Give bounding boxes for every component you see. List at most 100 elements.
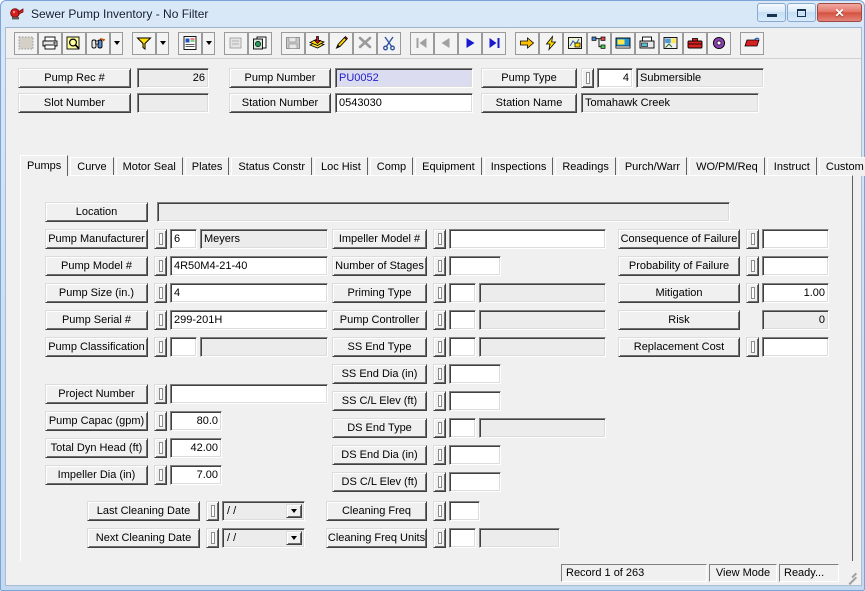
pump-model-field[interactable]: 4R50M4-21-40 [170, 256, 328, 276]
report-dropdown-button[interactable] [202, 31, 215, 55]
cleaning-freq-units-label[interactable]: Cleaning Freq Units [326, 528, 427, 548]
pump-type-lookup-button[interactable] [581, 68, 594, 88]
pump-classification-lookup-button[interactable] [154, 337, 167, 357]
ss-cl-elev-lookup-button[interactable] [433, 391, 446, 411]
ds-end-dia-field[interactable] [449, 445, 501, 465]
filter-dropdown-button[interactable] [156, 31, 169, 55]
pump-number-label[interactable]: Pump Number [229, 68, 331, 88]
pump-capacity-lookup-button[interactable] [154, 411, 167, 431]
filter-funnel-icon[interactable] [132, 31, 156, 55]
tab-wo-pm-req[interactable]: WO/PM/Req [689, 157, 765, 176]
impeller-dia-lookup-button[interactable] [154, 465, 167, 485]
ss-end-dia-label[interactable]: SS End Dia (in) [332, 364, 427, 384]
tab-comp[interactable]: Comp [369, 157, 414, 176]
attachment-image-icon[interactable] [659, 31, 683, 55]
ss-end-type-label[interactable]: SS End Type [332, 337, 427, 357]
number-of-stages-lookup-button[interactable] [433, 256, 446, 276]
mitigation-label[interactable]: Mitigation [618, 283, 740, 303]
maximize-button[interactable] [787, 3, 816, 22]
pump-model-lookup-button[interactable] [154, 256, 167, 276]
ss-end-dia-lookup-button[interactable] [433, 364, 446, 384]
impeller-model-label[interactable]: Impeller Model # [332, 229, 427, 249]
station-number-label[interactable]: Station Number [229, 93, 331, 113]
last-record-icon[interactable] [482, 31, 506, 55]
pump-rec-label[interactable]: Pump Rec # [18, 68, 131, 88]
last-cleaning-date-label[interactable]: Last Cleaning Date [87, 501, 200, 521]
tab-status-constr[interactable]: Status Constr [231, 157, 313, 176]
ds-end-type-label[interactable]: DS End Type [332, 418, 427, 438]
slot-number-field[interactable] [137, 93, 209, 113]
replacement-cost-field[interactable] [762, 337, 829, 357]
slot-number-label[interactable]: Slot Number [18, 93, 131, 113]
pump-manufacturer-lookup-button[interactable] [154, 229, 167, 249]
delete-record-icon[interactable] [353, 31, 377, 55]
total-dyn-head-field[interactable]: 42.00 [170, 438, 222, 458]
tab-readings[interactable]: Readings [555, 157, 616, 176]
total-dyn-head-lookup-button[interactable] [154, 438, 167, 458]
form-properties-icon[interactable] [224, 31, 248, 55]
impeller-model-lookup-button[interactable] [433, 229, 446, 249]
impeller-dia-label[interactable]: Impeller Dia (in) [45, 465, 148, 485]
ds-cl-elev-field[interactable] [449, 472, 501, 492]
ss-cl-elev-label[interactable]: SS C/L Elev (ft) [332, 391, 427, 411]
tab-equipment[interactable]: Equipment [415, 157, 482, 176]
mitigation-field[interactable]: 1.00 [762, 283, 829, 303]
cleaning-freq-field[interactable] [449, 501, 480, 521]
priming-type-label[interactable]: Priming Type [332, 283, 427, 303]
fax-icon[interactable] [635, 31, 659, 55]
lightning-icon[interactable] [539, 31, 563, 55]
ds-end-dia-label[interactable]: DS End Dia (in) [332, 445, 427, 465]
pump-classification-label[interactable]: Pump Classification [45, 337, 148, 357]
previous-record-icon[interactable] [434, 31, 458, 55]
project-number-lookup-button[interactable] [154, 384, 167, 404]
pump-number-field[interactable]: PU0052 [335, 68, 473, 88]
pump-controller-label[interactable]: Pump Controller [332, 310, 427, 330]
next-cleaning-date-label[interactable]: Next Cleaning Date [87, 528, 200, 548]
consequence-of-failure-label[interactable]: Consequence of Failure [618, 229, 740, 249]
save-record-icon[interactable] [281, 31, 305, 55]
report-icon[interactable] [178, 31, 202, 55]
cleaning-freq-label[interactable]: Cleaning Freq [326, 501, 427, 521]
first-record-icon[interactable] [410, 31, 434, 55]
pump-size-field[interactable]: 4 [170, 283, 328, 303]
pump-type-label[interactable]: Pump Type [481, 68, 577, 88]
last-cleaning-date-field[interactable]: / / [222, 501, 305, 521]
edit-record-icon[interactable] [329, 31, 353, 55]
datasheet-view-icon[interactable] [14, 31, 38, 55]
toolbox-icon[interactable] [683, 31, 707, 55]
hierarchy-icon[interactable] [587, 31, 611, 55]
tab-motor-seal[interactable]: Motor Seal [115, 157, 183, 176]
number-of-stages-field[interactable] [449, 256, 501, 276]
impeller-dia-field[interactable]: 7.00 [170, 465, 222, 485]
tab-plates[interactable]: Plates [184, 157, 230, 176]
risk-label[interactable]: Risk [618, 310, 740, 330]
ds-end-type-lookup-button[interactable] [433, 418, 446, 438]
mitigation-lookup-button[interactable] [746, 283, 759, 303]
total-dyn-head-label[interactable]: Total Dyn Head (ft) [45, 438, 148, 458]
calendar-dropdown-icon[interactable] [286, 531, 302, 545]
minimize-button[interactable] [757, 3, 786, 22]
probability-of-failure-field[interactable] [762, 256, 829, 276]
impeller-model-field[interactable] [449, 229, 606, 249]
pump-serial-field[interactable]: 299-201H [170, 310, 328, 330]
ss-end-type-lookup-button[interactable] [433, 337, 446, 357]
probability-of-failure-label[interactable]: Probability of Failure [618, 256, 740, 276]
tab-custom[interactable]: Custom [818, 157, 865, 176]
station-number-field[interactable]: 0543030 [335, 93, 473, 113]
tab-pumps[interactable]: Pumps [20, 155, 69, 176]
ss-cl-elev-field[interactable] [449, 391, 501, 411]
project-number-label[interactable]: Project Number [45, 384, 148, 404]
replacement-cost-lookup-button[interactable] [746, 337, 759, 357]
consequence-of-failure-lookup-button[interactable] [746, 229, 759, 249]
pump-manufacturer-label[interactable]: Pump Manufacturer [45, 229, 148, 249]
tab-instruct[interactable]: Instruct [766, 157, 817, 176]
pump-classification-code-field[interactable] [170, 337, 197, 357]
map-icon[interactable] [563, 31, 587, 55]
find-dropdown-button[interactable] [110, 31, 123, 55]
ds-end-type-code-field[interactable] [449, 418, 476, 438]
station-name-label[interactable]: Station Name [481, 93, 577, 113]
tab-inspections[interactable]: Inspections [483, 157, 554, 176]
number-of-stages-label[interactable]: Number of Stages [332, 256, 427, 276]
calendar-dropdown-icon[interactable] [286, 504, 302, 518]
pump-manufacturer-code-field[interactable]: 6 [170, 229, 197, 249]
